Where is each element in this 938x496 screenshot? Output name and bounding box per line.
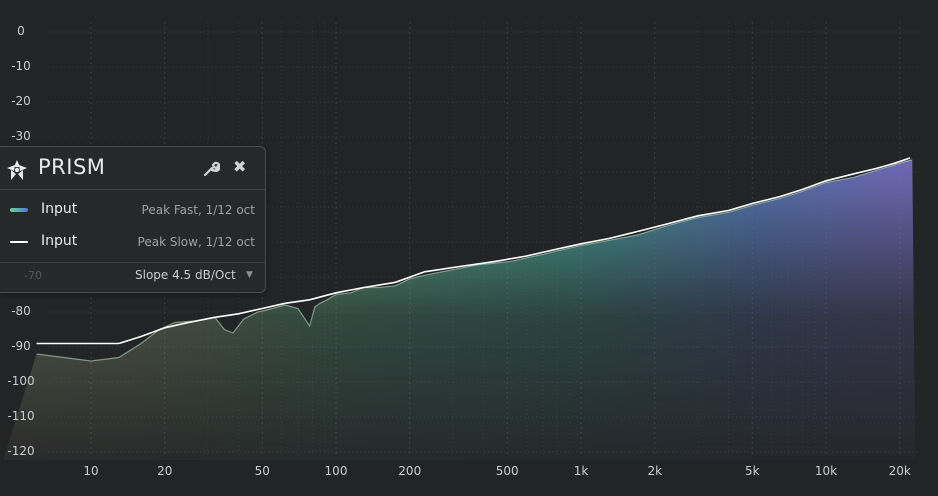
close-icon[interactable]: ✖: [233, 157, 246, 176]
y-tick-label: -90: [11, 339, 31, 353]
y-tick-label: -80: [11, 304, 31, 318]
legend-mode: Peak Slow, 1/12 oct: [137, 235, 255, 249]
y-tick-label: -10: [11, 59, 31, 73]
y-tick-label: -20: [11, 94, 31, 108]
legend-row-peak-fast[interactable]: Input Peak Fast, 1/12 oct: [0, 194, 265, 226]
chevron-down-icon[interactable]: ▼: [246, 270, 253, 280]
wrench-icon[interactable]: [202, 160, 220, 178]
x-tick-label: 2k: [647, 464, 663, 478]
x-tick-label: 10k: [814, 464, 838, 478]
x-tick-label: 20: [157, 464, 173, 478]
y-tick-label: -120: [7, 444, 35, 458]
legend-label: Input: [41, 233, 78, 249]
legend-label: Input: [41, 201, 78, 217]
x-tick-label: 200: [398, 464, 422, 478]
x-tick-label: 1k: [573, 464, 589, 478]
hidden-tick-label: -70: [24, 269, 42, 282]
x-tick-label: 10: [83, 464, 99, 478]
gradient-swatch-icon: [10, 208, 28, 212]
legend-mode: Peak Fast, 1/12 oct: [141, 203, 255, 217]
x-tick-label: 50: [254, 464, 270, 478]
plugin-title: PRISM: [38, 155, 106, 179]
y-tick-label: -110: [7, 409, 35, 423]
y-tick-label: -30: [11, 129, 31, 143]
legend-row-peak-slow[interactable]: Input Peak Slow, 1/12 oct: [0, 226, 265, 258]
x-tick-label: 500: [495, 464, 519, 478]
x-tick-label: 100: [324, 464, 348, 478]
y-tick-label: -100: [7, 374, 35, 388]
prism-logo-icon: [7, 160, 27, 180]
divider: [0, 262, 265, 263]
line-swatch-icon: [10, 241, 28, 243]
prism-panel[interactable]: PRISM ✖ Input Peak Fast, 1/12 oct Input …: [0, 146, 266, 293]
y-tick-label: 0: [17, 24, 25, 38]
slope-select[interactable]: Slope 4.5 dB/Oct: [135, 268, 236, 282]
x-tick-label: 20k: [888, 464, 911, 478]
x-tick-label: 5k: [744, 464, 760, 478]
panel-header[interactable]: PRISM ✖: [0, 147, 265, 190]
